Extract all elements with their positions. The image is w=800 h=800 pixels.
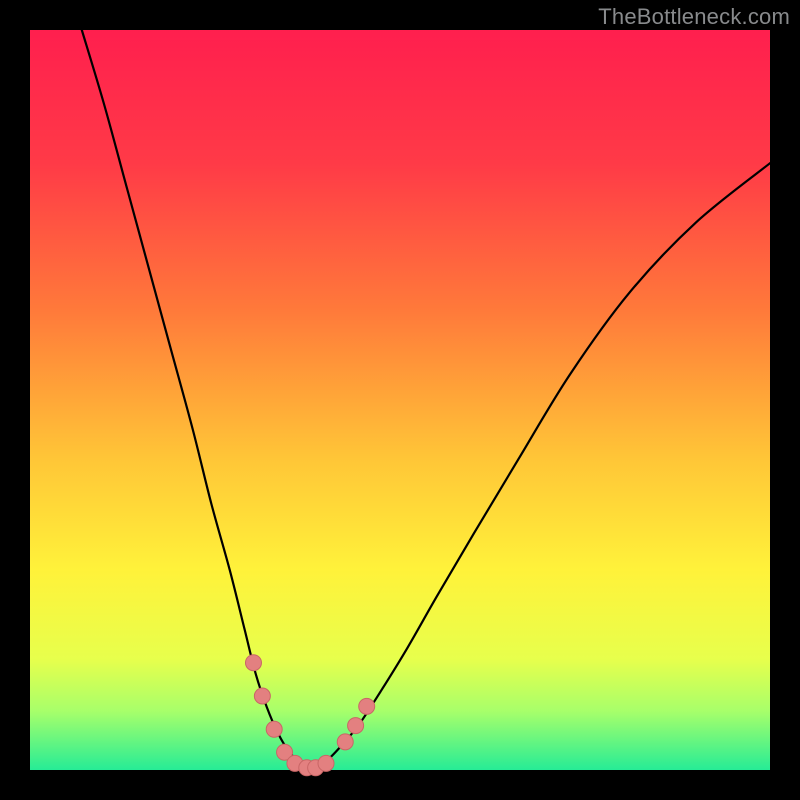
curves-layer	[30, 30, 770, 770]
watermark-text: TheBottleneck.com	[598, 4, 790, 30]
marker-point	[348, 718, 364, 734]
marker-point	[245, 655, 261, 671]
chart-frame: TheBottleneck.com	[0, 0, 800, 800]
curve-right-curve	[311, 163, 770, 768]
marker-point	[337, 734, 353, 750]
marker-point	[318, 755, 334, 771]
marker-point	[254, 688, 270, 704]
marker-point	[266, 721, 282, 737]
marker-point	[359, 698, 375, 714]
plot-area	[30, 30, 770, 770]
curve-left-curve	[82, 30, 311, 769]
